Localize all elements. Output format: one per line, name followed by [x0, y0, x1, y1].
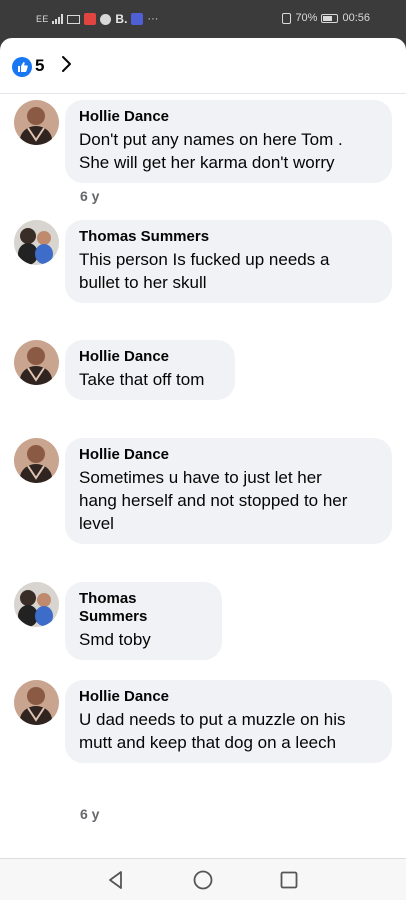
- battery-percent: 70%: [295, 12, 318, 24]
- comment-author[interactable]: Hollie Dance: [79, 446, 378, 464]
- comment-text-line: Take that off tom: [79, 370, 205, 389]
- comment-text-line: U dad needs to put a muzzle on his: [79, 710, 346, 729]
- more-notifications-icon: ···: [147, 13, 159, 25]
- comment-text-line: level: [79, 514, 114, 533]
- avatar[interactable]: [14, 340, 59, 385]
- comment-timestamp: 6 y: [80, 806, 100, 822]
- battery-icon: [321, 13, 339, 23]
- comment-text-line: mutt and keep that dog on a leech: [79, 733, 337, 752]
- comment-timestamp: 6 y: [80, 188, 100, 204]
- b-app-label: B.: [115, 12, 128, 26]
- circle-home-icon[interactable]: [191, 868, 215, 892]
- system-nav-bar: [0, 858, 406, 900]
- comment-text-line: Smd toby: [79, 630, 151, 649]
- avatar[interactable]: [14, 100, 59, 145]
- comment-author[interactable]: Hollie Dance: [79, 108, 378, 126]
- square-recents-icon[interactable]: [277, 868, 301, 892]
- comment-text-line: This person Is fucked up needs a: [79, 250, 330, 269]
- avatar[interactable]: [14, 220, 59, 265]
- comment-bubble[interactable]: Hollie Dance Don't put any names on here…: [65, 100, 392, 183]
- comment-author[interactable]: Thomas Summers: [79, 228, 378, 246]
- chevron-right-icon[interactable]: [56, 54, 76, 74]
- comment-bubble[interactable]: Hollie Dance U dad needs to put a muzzle…: [65, 680, 392, 763]
- carrier-label: EE: [36, 14, 49, 24]
- avatar[interactable]: [14, 582, 59, 627]
- comment-text-line: Sometimes u have to just let her: [79, 468, 322, 487]
- triangle-back-icon[interactable]: [104, 868, 128, 892]
- comment-author[interactable]: Hollie Dance: [79, 348, 221, 366]
- comment-bubble[interactable]: Hollie Dance Take that off tom: [65, 340, 235, 400]
- status-bar: EE B. ··· 70% 00:56: [0, 0, 406, 38]
- messenger-icon: [100, 13, 112, 25]
- comment-bubble[interactable]: Hollie Dance Sometimes u have to just le…: [65, 438, 392, 544]
- comment-text-line: hang herself and not stopped to her: [79, 491, 348, 510]
- vibrate-icon: [282, 12, 292, 24]
- comment-bubble[interactable]: Thomas Summers This person Is fucked up …: [65, 220, 392, 303]
- comment-text-line: Don't put any names on here Tom .: [79, 130, 343, 149]
- clock: 00:56: [342, 12, 370, 24]
- reactions-header[interactable]: 5: [0, 38, 406, 94]
- comment-author[interactable]: Thomas Summers: [79, 590, 208, 626]
- status-left: EE B. ···: [36, 12, 158, 26]
- comment-text-line: She will get her karma don't worry: [79, 153, 335, 172]
- comment-bubble[interactable]: Thomas Summers Smd toby: [65, 582, 222, 660]
- app-icon: [131, 13, 144, 25]
- comments-sheet: 5 Hollie Dance Don't put any names on he…: [0, 38, 406, 858]
- thumbs-up-icon: [12, 57, 32, 77]
- app-notification-icon: [84, 13, 97, 25]
- comment-author[interactable]: Hollie Dance: [79, 688, 378, 706]
- avatar[interactable]: [14, 438, 59, 483]
- avatar[interactable]: [14, 680, 59, 725]
- signal-icon: [52, 14, 64, 24]
- like-count: 5: [35, 56, 45, 75]
- status-right: 70% 00:56: [282, 12, 370, 24]
- comment-text-line: bullet to her skull: [79, 273, 207, 292]
- mail-icon: [67, 14, 81, 24]
